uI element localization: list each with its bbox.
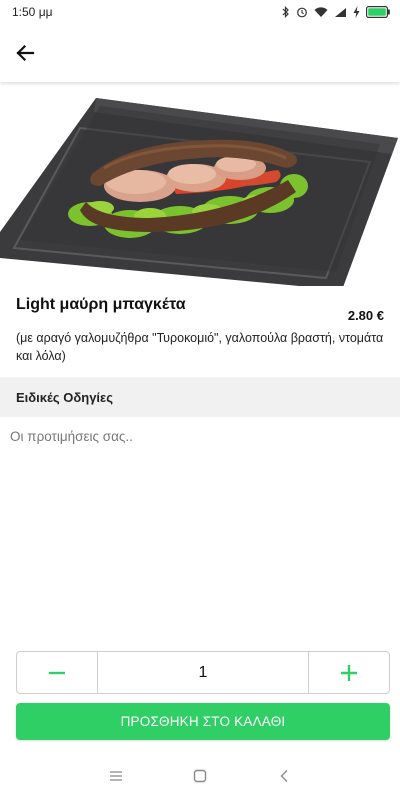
nav-home-button[interactable] bbox=[158, 752, 242, 800]
arrow-left-icon bbox=[16, 44, 35, 62]
minus-icon bbox=[49, 671, 65, 674]
plus-icon bbox=[341, 664, 357, 681]
product-description: (με αραγό γαλομυζήθρα "Τυροκομιό", γαλοπ… bbox=[16, 331, 384, 363]
status-time: 1:50 μμ bbox=[12, 5, 53, 19]
product-title-row: Light μαύρη μπαγκέτα 2.80 € bbox=[16, 296, 384, 323]
product-name: Light μαύρη μπαγκέτα bbox=[16, 296, 186, 313]
back-button[interactable] bbox=[12, 40, 38, 66]
instructions-input[interactable] bbox=[0, 417, 400, 647]
chevron-left-icon bbox=[280, 770, 288, 782]
nav-menu-button[interactable] bbox=[74, 752, 158, 800]
instructions-header: Ειδικές Οδηγίες bbox=[0, 377, 400, 417]
system-nav-bar bbox=[0, 752, 400, 800]
charging-icon bbox=[353, 6, 360, 18]
product-info: Light μαύρη μπαγκέτα 2.80 € (με αραγό γα… bbox=[0, 286, 400, 376]
app-bar bbox=[0, 24, 400, 82]
decrease-quantity-button[interactable] bbox=[17, 652, 98, 693]
instructions-area bbox=[0, 417, 400, 647]
quantity-stepper: 1 bbox=[16, 651, 390, 694]
status-bar: 1:50 μμ bbox=[0, 0, 400, 24]
nav-back-button[interactable] bbox=[242, 752, 326, 800]
home-square-icon bbox=[193, 769, 207, 783]
signal-icon bbox=[334, 7, 347, 18]
bluetooth-icon bbox=[282, 6, 290, 18]
quantity-value: 1 bbox=[198, 663, 208, 681]
add-to-cart-button[interactable]: ΠΡΟΣΘΗΚΗ ΣΤΟ ΚΑΛΑΘΙ bbox=[16, 703, 390, 740]
product-image bbox=[0, 82, 400, 286]
battery-icon bbox=[366, 6, 390, 18]
product-price: 2.80 € bbox=[347, 308, 384, 323]
wifi-icon bbox=[314, 6, 328, 18]
alarm-icon bbox=[296, 6, 308, 18]
status-icons bbox=[282, 6, 390, 18]
menu-icon bbox=[110, 771, 122, 781]
increase-quantity-button[interactable] bbox=[308, 652, 389, 693]
